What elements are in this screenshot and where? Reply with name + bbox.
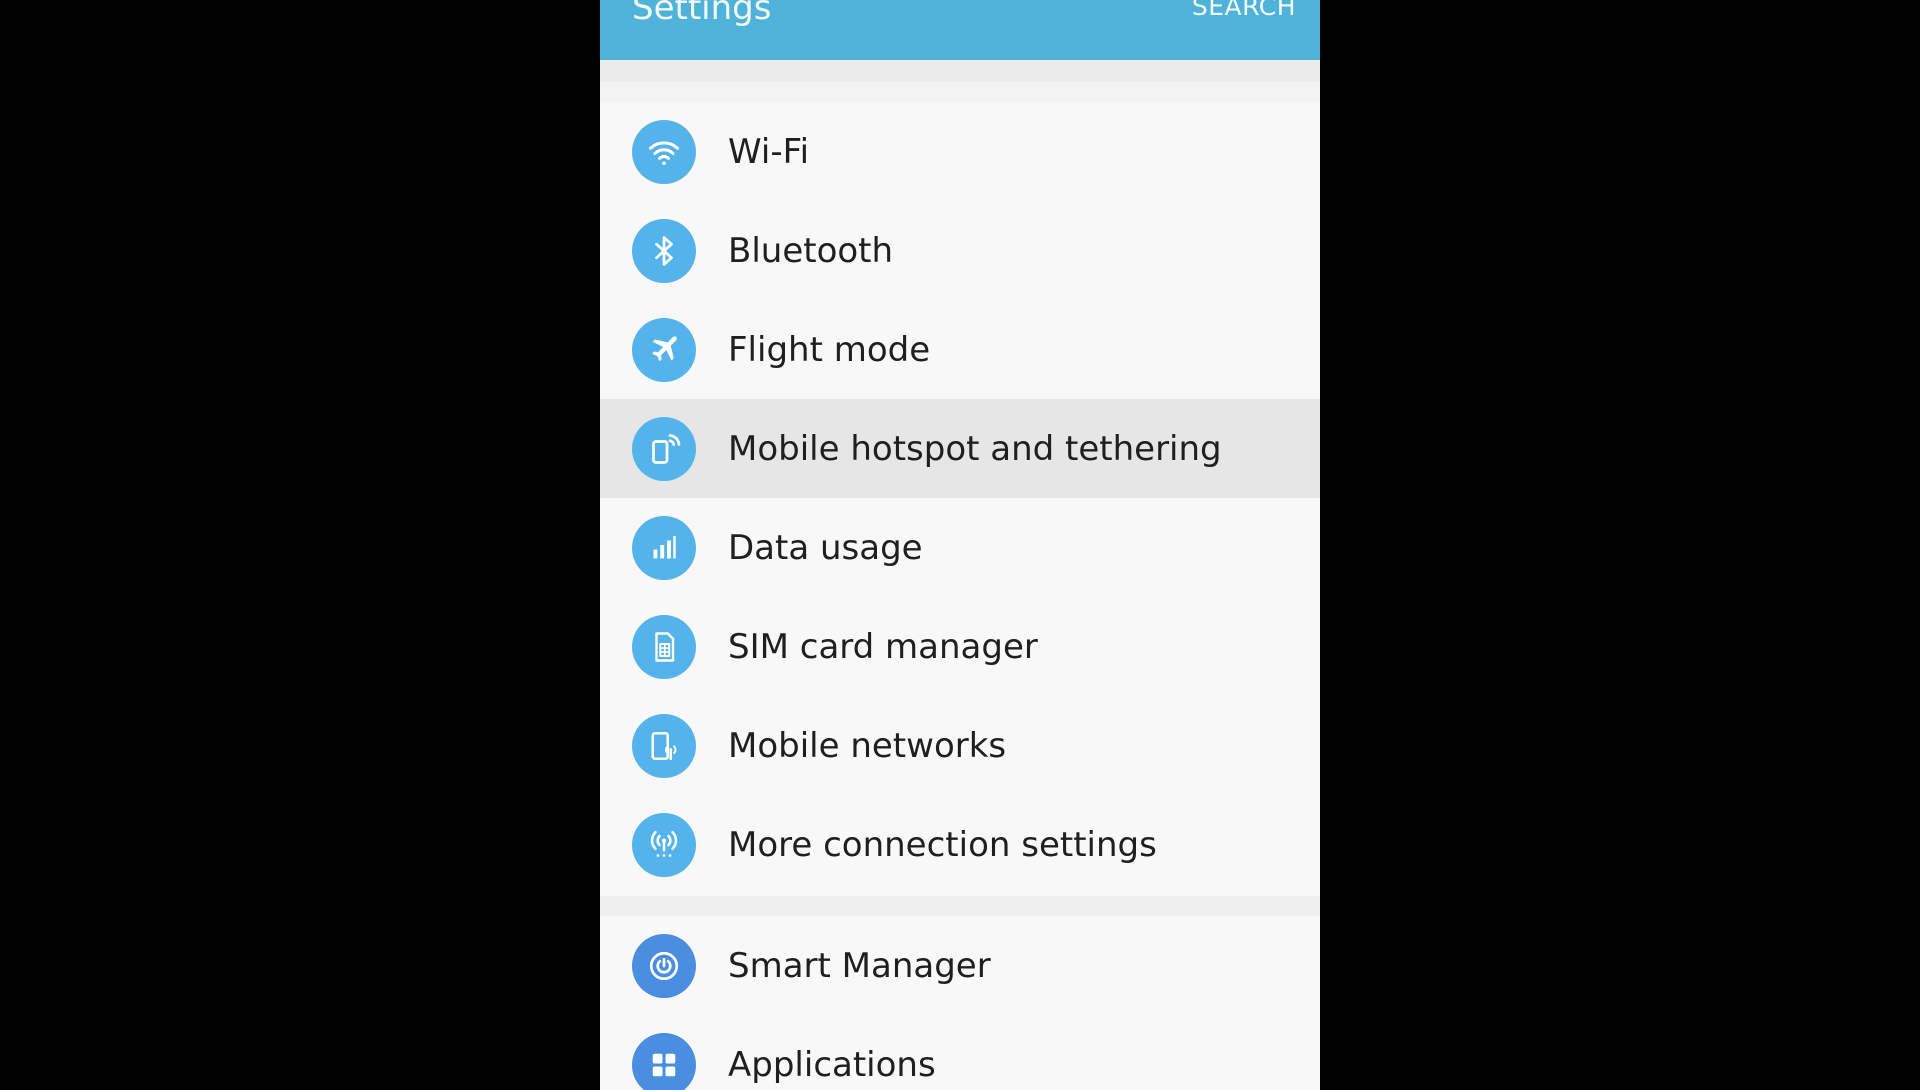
settings-item-label: Bluetooth bbox=[728, 231, 894, 271]
settings-item-label: Flight mode bbox=[728, 330, 931, 370]
app-bar: Settings SEARCH bbox=[600, 0, 1320, 60]
bar-chart-icon bbox=[632, 516, 696, 580]
settings-item-flight-mode[interactable]: Flight mode bbox=[600, 300, 1320, 399]
smart-manager-icon bbox=[632, 934, 696, 998]
airplane-icon bbox=[632, 318, 696, 382]
settings-item-mobile-networks[interactable]: Mobile networks bbox=[600, 696, 1320, 795]
settings-screen: Settings SEARCH Wi-Fi Bluetooth Flight m… bbox=[600, 0, 1320, 1090]
settings-item-label: Smart Manager bbox=[728, 946, 991, 986]
hotspot-icon bbox=[632, 417, 696, 481]
mobile-network-icon bbox=[632, 714, 696, 778]
device-section: Smart Manager Applications bbox=[600, 916, 1320, 1090]
settings-item-label: More connection settings bbox=[728, 825, 1157, 865]
antenna-icon bbox=[632, 813, 696, 877]
settings-item-label: SIM card manager bbox=[728, 627, 1038, 667]
settings-item-mobile-hotspot[interactable]: Mobile hotspot and tethering bbox=[600, 399, 1320, 498]
settings-item-sim-card-manager[interactable]: SIM card manager bbox=[600, 597, 1320, 696]
settings-item-applications[interactable]: Applications bbox=[600, 1015, 1320, 1090]
sim-card-icon bbox=[632, 615, 696, 679]
settings-item-data-usage[interactable]: Data usage bbox=[600, 498, 1320, 597]
settings-item-wifi[interactable]: Wi-Fi bbox=[600, 102, 1320, 201]
search-button[interactable]: SEARCH bbox=[1192, 0, 1296, 24]
wifi-icon bbox=[632, 120, 696, 184]
settings-item-label: Applications bbox=[728, 1045, 936, 1085]
settings-item-label: Data usage bbox=[728, 528, 923, 568]
settings-item-more-connection-settings[interactable]: More connection settings bbox=[600, 795, 1320, 894]
page-title: Settings bbox=[632, 0, 772, 28]
settings-item-label: Wi-Fi bbox=[728, 132, 810, 172]
settings-item-bluetooth[interactable]: Bluetooth bbox=[600, 201, 1320, 300]
connections-section: Wi-Fi Bluetooth Flight mode Mobile hotsp… bbox=[600, 102, 1320, 896]
apps-grid-icon bbox=[632, 1033, 696, 1090]
settings-item-label: Mobile networks bbox=[728, 726, 1007, 766]
section-gap bbox=[600, 60, 1320, 102]
settings-item-smart-manager[interactable]: Smart Manager bbox=[600, 916, 1320, 1015]
section-divider bbox=[600, 896, 1320, 916]
bluetooth-icon bbox=[632, 219, 696, 283]
settings-item-label: Mobile hotspot and tethering bbox=[728, 429, 1222, 469]
